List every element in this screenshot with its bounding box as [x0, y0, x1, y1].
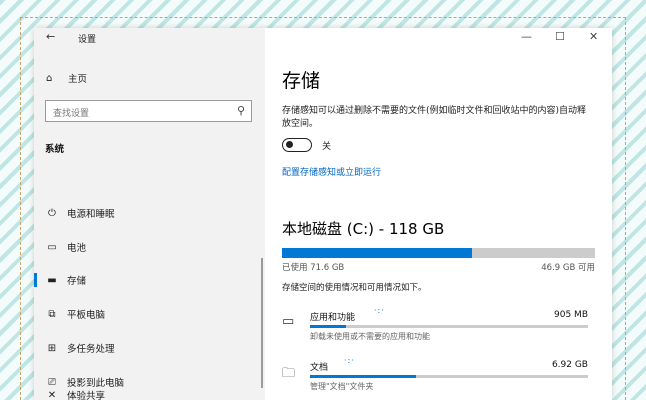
sidebar-item-label: 电池 [67, 243, 87, 254]
configure-storage-sense-link[interactable]: 配置存储感知或立即运行 [282, 165, 381, 178]
battery-icon: ▭ [47, 241, 57, 253]
sidebar-item-label: 存储 [67, 276, 87, 287]
sidebar-item-battery[interactable]: ▭ 电池 [34, 238, 265, 256]
power-icon: ⏻ [48, 207, 56, 219]
window-title: 设置 [78, 35, 97, 45]
category-subtitle: 卸载未使用或不需要的应用和功能 [310, 332, 430, 341]
used-space-label: 已使用 71.6 GB [282, 263, 345, 273]
maximize-icon[interactable]: ☐ [555, 30, 565, 43]
tablet-icon: ⧉ [48, 308, 56, 320]
shared-experience-icon: ✕ [47, 389, 57, 400]
toggle-knob [286, 141, 293, 148]
folder-icon: 🗀 [282, 366, 296, 381]
sidebar-item-shared-experience[interactable]: ✕ 体验共享 [34, 386, 265, 400]
category-size: 6.92 GB [551, 360, 588, 370]
category-usage-bar [310, 375, 588, 378]
settings-window: ← 设置 ⌂ 主页 查找设置 ⚲ 系统 ⏻ 电源和睡眠 ▭ 电池 ▬ 存储 ⧉ … [34, 28, 612, 400]
available-space-label: 46.9 GB 可用 [541, 263, 595, 273]
title-bar-left: ← 设置 [34, 28, 265, 48]
storage-icon: ▬ [47, 274, 57, 286]
home-icon: ⌂ [46, 72, 53, 84]
sidebar-item-label: 电源和睡眠 [67, 209, 115, 220]
search-input[interactable]: 查找设置 ⚲ [45, 100, 252, 122]
toggle-state-label: 关 [322, 142, 332, 152]
sidebar-item-label: 平板电脑 [67, 310, 106, 321]
main-content: — ☐ ✕ 存储 存储感知可以通过删除不需要的文件(例如临时文件和回收站中的内容… [265, 28, 612, 400]
search-placeholder: 查找设置 [53, 109, 90, 119]
multitasking-icon: ⊞ [47, 342, 57, 354]
category-usage-bar [310, 325, 588, 328]
page-title: 存储 [282, 70, 321, 92]
sidebar-scrollbar[interactable] [261, 258, 263, 388]
disk-usage-fill [282, 248, 472, 258]
loading-spinner-icon: ·:· [374, 306, 385, 315]
category-subtitle: 管理"文档"文件夹 [310, 382, 374, 391]
disk-usage-bar [282, 248, 595, 258]
sidebar: ← 设置 ⌂ 主页 查找设置 ⚲ 系统 ⏻ 电源和睡眠 ▭ 电池 ▬ 存储 ⧉ … [34, 28, 265, 400]
sidebar-item-tablet[interactable]: ⧉ 平板电脑 [34, 305, 265, 323]
home-nav-item[interactable]: ⌂ 主页 [46, 71, 88, 86]
back-arrow-icon[interactable]: ← [46, 30, 55, 43]
sidebar-item-storage[interactable]: ▬ 存储 [34, 271, 265, 289]
sidebar-item-label: 多任务处理 [67, 344, 115, 355]
home-label: 主页 [68, 74, 88, 85]
category-size: 905 MB [554, 310, 588, 320]
storage-sense-toggle[interactable] [282, 138, 312, 152]
monitor-icon: ▭ [282, 314, 295, 329]
category-usage-fill [310, 325, 347, 328]
search-icon[interactable]: ⚲ [237, 104, 245, 117]
disk-title: 本地磁盘 (C:) - 118 GB [282, 220, 445, 238]
active-indicator [34, 273, 37, 287]
loading-spinner-icon: ·:· [344, 356, 355, 365]
storage-sense-description: 存储感知可以通过删除不需要的文件(例如临时文件和回收站中的内容)自动释放空间。 [282, 106, 587, 129]
sidebar-item-label: 体验共享 [67, 391, 106, 400]
storage-usage-description: 存储空间的使用情况和可用情况如下。 [282, 283, 427, 293]
minimize-icon[interactable]: — [521, 30, 532, 43]
close-icon[interactable]: ✕ [589, 30, 598, 43]
section-label-system: 系统 [45, 144, 65, 155]
sidebar-item-power-sleep[interactable]: ⏻ 电源和睡眠 [34, 204, 265, 222]
category-usage-fill [310, 375, 416, 378]
category-name: 文档 [310, 363, 329, 373]
category-name: 应用和功能 [310, 313, 356, 323]
sidebar-item-multitasking[interactable]: ⊞ 多任务处理 [34, 339, 265, 357]
